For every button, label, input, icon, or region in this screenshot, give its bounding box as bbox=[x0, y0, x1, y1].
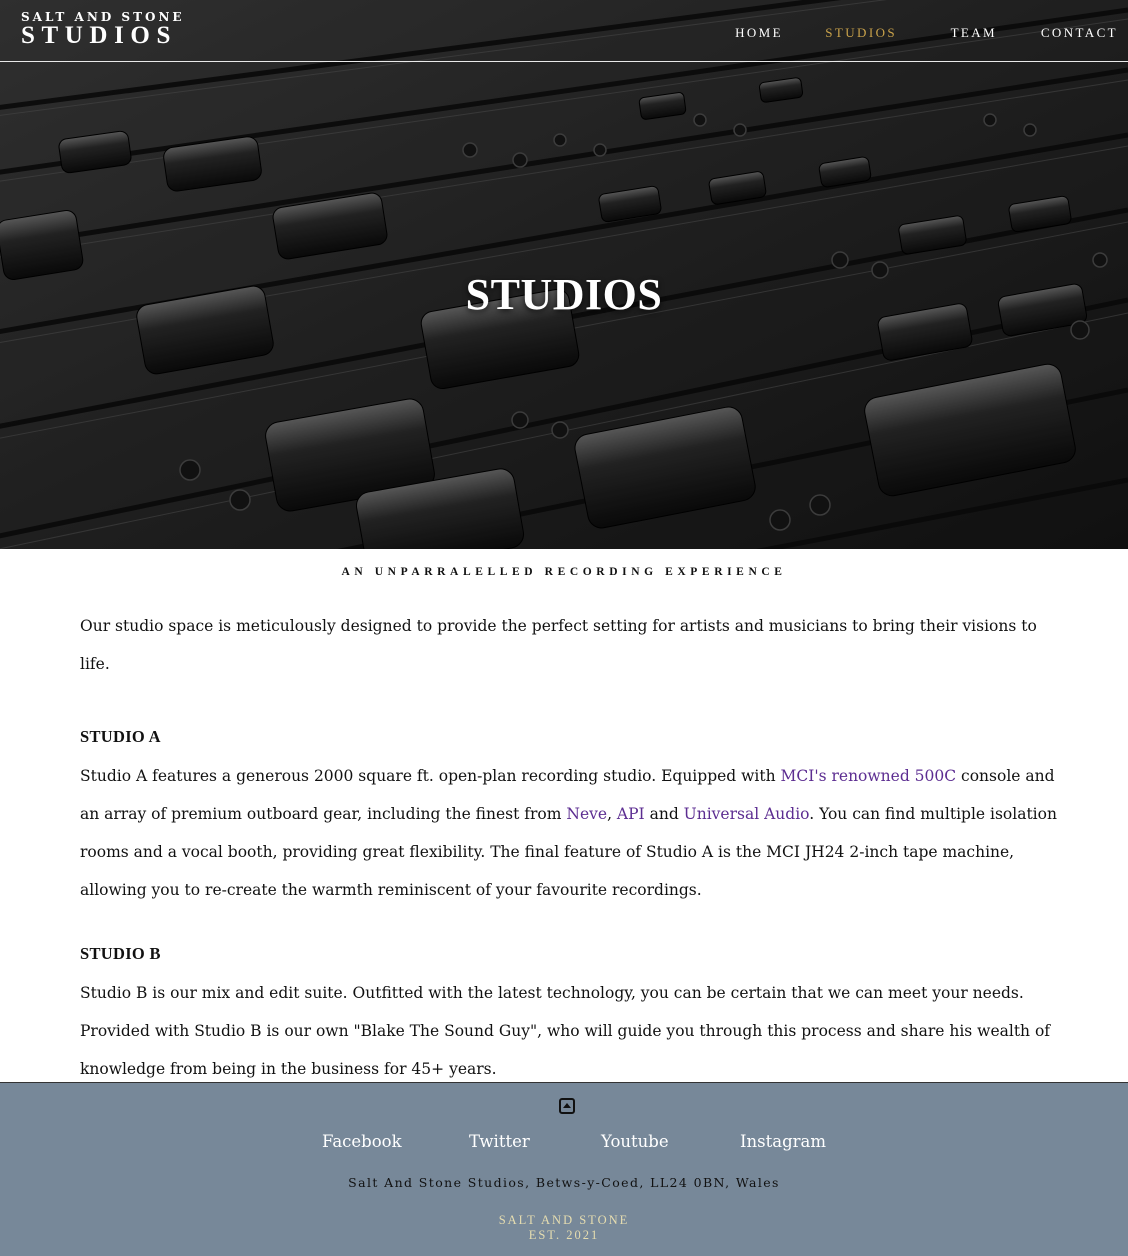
tagline: AN UNPARRALELLED RECORDING EXPERIENCE bbox=[341, 566, 787, 578]
link-api[interactable]: API bbox=[617, 805, 645, 823]
main-content: Our studio space is meticulously designe… bbox=[0, 608, 1128, 1088]
footer-est-line: EST. 2021 bbox=[528, 1228, 600, 1242]
social-twitter[interactable]: Twitter bbox=[469, 1132, 530, 1151]
studio-a-text-3: , bbox=[607, 805, 617, 824]
studio-b-heading: STUDIO B bbox=[80, 944, 161, 964]
nav-home[interactable]: HOME bbox=[735, 25, 783, 41]
nav-team[interactable]: TEAM bbox=[951, 25, 997, 41]
top-navigation-bar: SALT AND STONE STUDIOS HOME STUDIOS TEAM… bbox=[0, 0, 1128, 62]
footer-est: SALT AND STONE EST. 2021 bbox=[0, 1213, 1128, 1243]
studio-b-paragraph: Studio B is our mix and edit suite. Outf… bbox=[80, 984, 1051, 1078]
link-universal-audio[interactable]: Universal Audio bbox=[684, 805, 810, 823]
hero-banner: SALT AND STONE STUDIOS HOME STUDIOS TEAM… bbox=[0, 0, 1128, 549]
link-neve[interactable]: Neve bbox=[566, 805, 607, 823]
studio-a-paragraph: Studio A features a generous 2000 square… bbox=[80, 758, 1058, 909]
footer-address: Salt And Stone Studios, Betws-y-Coed, LL… bbox=[348, 1175, 780, 1190]
studio-a-text-1: Studio A features a generous 2000 square… bbox=[80, 767, 781, 786]
link-mci-500c[interactable]: MCI's renowned 500C bbox=[781, 767, 957, 785]
page-title: STUDIOS bbox=[465, 270, 663, 320]
studio-a-text-4: and bbox=[644, 805, 684, 824]
nav-contact[interactable]: CONTACT bbox=[1041, 25, 1118, 41]
social-youtube[interactable]: Youtube bbox=[601, 1132, 669, 1151]
social-facebook[interactable]: Facebook bbox=[322, 1132, 402, 1151]
studio-a-heading: STUDIO A bbox=[80, 727, 161, 747]
social-instagram[interactable]: Instagram bbox=[740, 1132, 826, 1151]
nav-studios[interactable]: STUDIOS bbox=[825, 25, 897, 41]
site-footer: Facebook Twitter Youtube Instagram Salt … bbox=[0, 1082, 1128, 1256]
footer-brand-line: SALT AND STONE bbox=[498, 1213, 630, 1227]
site-logo[interactable]: SALT AND STONE STUDIOS bbox=[21, 10, 185, 48]
arrow-up-square-icon[interactable] bbox=[559, 1098, 575, 1114]
logo-big-text: STUDIOS bbox=[21, 22, 177, 49]
intro-paragraph: Our studio space is meticulously designe… bbox=[80, 617, 1037, 673]
